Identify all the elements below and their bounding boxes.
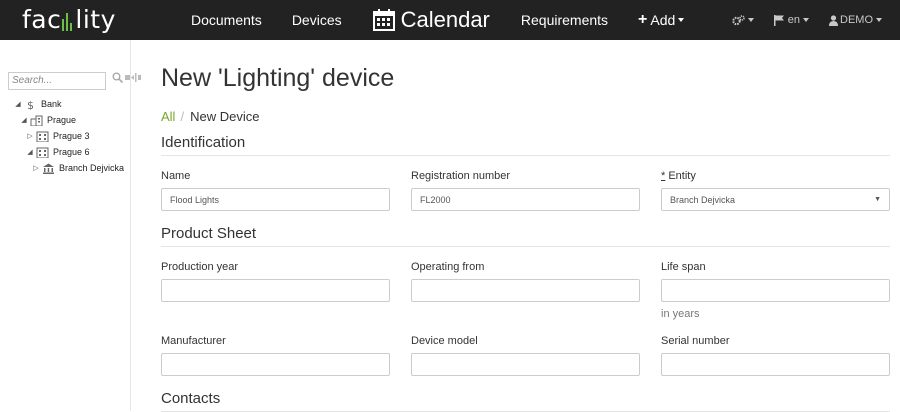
user-name: DEMO (840, 14, 873, 26)
tree-item-bank[interactable]: ◢ $ Bank (14, 96, 124, 112)
manufacturer-label: Manufacturer (161, 335, 226, 347)
breadcrumb-current: New Device (190, 109, 260, 124)
nav-add-dropdown[interactable]: + Add (623, 0, 699, 40)
chevron-down-icon (747, 18, 754, 22)
tree-item-label: Branch Dejvicka (59, 163, 125, 173)
nav-add-label: Add (650, 12, 676, 28)
tree-toggle-icon[interactable]: ◢ (26, 148, 34, 156)
logo-text-left: fac (22, 5, 62, 34)
svg-text:$: $ (27, 99, 34, 110)
tree-item-prague-6[interactable]: ◢ Prague 6 (14, 144, 124, 160)
plus-icon: + (638, 11, 648, 28)
tree-item-label: Prague 6 (53, 147, 90, 157)
serial-number-label: Serial number (661, 335, 730, 347)
tree-toggle-icon[interactable]: ▷ (32, 164, 40, 172)
tree-item-label: Prague (47, 115, 77, 125)
nav-calendar[interactable]: Calendar (357, 0, 506, 40)
user-icon (829, 14, 838, 26)
nav-calendar-label: Calendar (400, 7, 490, 32)
sidebar: ◢ $ Bank ◢ Prague ▷ Prague 3 ◢ (0, 40, 141, 411)
registration-number-label: Registration number (411, 170, 511, 182)
breadcrumb-all-link[interactable]: All (161, 109, 175, 124)
nav-devices[interactable]: Devices (277, 0, 357, 40)
search-actions (112, 72, 141, 83)
tree-toggle-icon[interactable]: ◢ (20, 116, 28, 124)
tree-item-branch-dejvicka[interactable]: ▷ Branch Dejvicka (14, 160, 124, 176)
logo-text-right: lity (75, 5, 116, 34)
production-year-field[interactable] (161, 279, 390, 302)
main-nav: Documents Devices Calendar Requirements … (176, 0, 699, 40)
tree-item-label: Bank (41, 99, 62, 109)
breadcrumb: All / New Device (161, 109, 259, 124)
entity-tree: ◢ $ Bank ◢ Prague ▷ Prague 3 ◢ Prague 6 … (14, 96, 124, 176)
entity-select-value: Branch Dejvicka (670, 194, 736, 205)
flag-icon (773, 14, 784, 26)
tree-item-label: Prague 3 (53, 131, 90, 141)
entity-label: * Entity (661, 170, 696, 182)
tree-search (8, 70, 141, 90)
building-icon (36, 131, 49, 142)
section-product-sheet: Product Sheet (161, 225, 890, 247)
entity-label-text: Entity (668, 170, 696, 182)
cogs-icon (732, 14, 745, 25)
bank-icon (43, 163, 54, 174)
language-dropdown[interactable]: en (764, 14, 819, 26)
name-field[interactable] (161, 188, 390, 211)
city-icon (30, 115, 43, 126)
chevron-down-icon (876, 18, 882, 22)
user-dropdown[interactable]: DEMO (819, 14, 892, 26)
app-logo[interactable]: fac lity (22, 5, 116, 34)
serial-number-field[interactable] (661, 353, 890, 376)
registration-number-field[interactable] (411, 188, 640, 211)
operating-from-label: Operating from (411, 261, 485, 273)
breadcrumb-separator: / (180, 109, 185, 124)
settings-dropdown[interactable] (722, 14, 764, 26)
nav-right: en DEMO (722, 0, 892, 40)
name-label: Name (161, 170, 191, 182)
search-icon[interactable] (112, 72, 123, 83)
nav-documents[interactable]: Documents (176, 0, 277, 40)
tree-toggle-icon[interactable]: ◢ (14, 100, 22, 108)
life-span-help: in years (661, 308, 700, 320)
manufacturer-field[interactable] (161, 353, 390, 376)
operating-from-field[interactable] (411, 279, 640, 302)
device-model-field[interactable] (411, 353, 640, 376)
tree-search-input[interactable] (8, 71, 106, 90)
life-span-label: Life span (661, 261, 706, 273)
calendar-icon (372, 9, 395, 31)
entity-select[interactable]: Branch Dejvicka ▼ (661, 188, 890, 211)
section-identification: Identification (161, 134, 890, 156)
chevron-down-icon (803, 18, 809, 22)
tree-toggle-icon[interactable]: ▷ (26, 132, 34, 140)
building-icon (36, 147, 49, 158)
device-model-label: Device model (411, 335, 478, 347)
tree-item-prague-3[interactable]: ▷ Prague 3 (14, 128, 124, 144)
chevron-down-icon: ▼ (874, 196, 881, 203)
tree-item-prague[interactable]: ◢ Prague (14, 112, 124, 128)
life-span-field[interactable] (661, 279, 890, 302)
section-contacts: Contacts (161, 390, 890, 412)
nav-requirements[interactable]: Requirements (506, 0, 623, 40)
top-navbar: fac lity Documents Devices Calendar Requi… (0, 0, 900, 40)
logo-bars-icon (62, 11, 74, 31)
production-year-label: Production year (161, 261, 239, 273)
language-label: en (787, 14, 800, 26)
chevron-down-icon (678, 18, 685, 22)
page-title: New 'Lighting' device (161, 64, 395, 92)
required-mark: * (661, 170, 666, 182)
expand-collapse-icon[interactable] (125, 72, 141, 83)
dollar-icon: $ (27, 99, 34, 110)
